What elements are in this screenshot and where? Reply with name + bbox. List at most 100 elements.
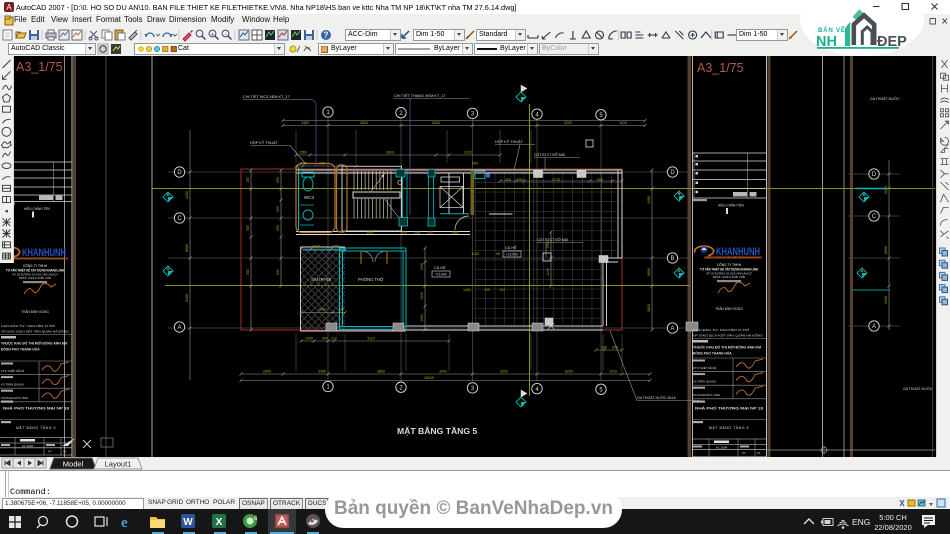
svg-text:2200: 2200 xyxy=(884,186,888,194)
svg-text:3800: 3800 xyxy=(647,304,651,312)
svg-text:B: B xyxy=(678,191,681,196)
svg-text:15: 15 xyxy=(63,450,67,454)
svg-text:A: A xyxy=(177,325,181,331)
svg-text:950: 950 xyxy=(401,230,407,234)
svg-text:3600: 3600 xyxy=(360,121,368,125)
svg-text:1140: 1140 xyxy=(471,252,479,256)
svg-text:3600: 3600 xyxy=(377,370,385,374)
svg-text:+15.400: +15.400 xyxy=(435,273,447,277)
svg-text:8200: 8200 xyxy=(565,370,573,374)
svg-text:HỘP KỸ THUẬT: HỘP KỸ THUẬT xyxy=(250,140,279,145)
svg-text:8000: 8000 xyxy=(185,244,189,252)
svg-text:ĐÔNG PHỐ THANH HÓA: ĐÔNG PHỐ THANH HÓA xyxy=(1,347,40,352)
svg-text:1340: 1340 xyxy=(420,292,424,300)
svg-text:HỘP KỸ THUẬT: HỘP KỸ THUẬT xyxy=(495,139,524,144)
svg-text:600: 600 xyxy=(276,269,280,275)
svg-text:200: 200 xyxy=(517,178,523,182)
svg-text:2900: 2900 xyxy=(263,370,271,374)
svg-text:1160: 1160 xyxy=(414,230,421,234)
svg-text:A: A xyxy=(872,324,876,330)
svg-text:GA THOÁT NƯỚC MƯA: GA THOÁT NƯỚC MƯA xyxy=(637,395,676,400)
svg-text:1340: 1340 xyxy=(305,337,313,341)
svg-text:W: W xyxy=(183,517,193,528)
svg-text:3450: 3450 xyxy=(318,370,326,374)
svg-text:600: 600 xyxy=(276,177,280,183)
svg-text:1980: 1980 xyxy=(451,230,458,234)
svg-text:18000: 18000 xyxy=(424,376,434,380)
svg-text:3600: 3600 xyxy=(386,151,394,155)
svg-text:95: 95 xyxy=(496,252,500,256)
svg-text:A: A xyxy=(861,268,864,273)
svg-text:KTS.THIẾT KẾ KÊ: KTS.THIẾT KẾ KÊ xyxy=(693,365,716,370)
svg-text:1200: 1200 xyxy=(420,263,424,271)
svg-text:CHỦ ĐẦU TƯ: NGUYỄN VỊ TRÍ: CHỦ ĐẦU TƯ: NGUYỄN VỊ TRÍ xyxy=(1,323,55,328)
svg-text:CÔNG TY TNHH: CÔNG TY TNHH xyxy=(717,262,742,267)
svg-text:KS.TRẦN QUANG: KS.TRẦN QUANG xyxy=(693,380,716,384)
svg-text:6: 6 xyxy=(254,516,258,522)
svg-text:MẶT BẰNG TẦNG 5: MẶT BẰNG TẦNG 5 xyxy=(16,425,56,430)
svg-text:1560: 1560 xyxy=(299,151,307,155)
svg-text:22/08/2020: 22/08/2020 xyxy=(874,523,912,532)
svg-text:500: 500 xyxy=(333,245,339,249)
svg-text:3400: 3400 xyxy=(439,370,447,374)
svg-text:CỐT BTCT ĐỠ MÁI: CỐT BTCT ĐỠ MÁI xyxy=(537,237,568,242)
svg-text:VP GIAO DỊCH KĐT VĂN QUÁN HÀ Đ: VP GIAO DỊCH KĐT VĂN QUÁN HÀ ĐÔNG xyxy=(693,333,763,338)
svg-text:A1 2004: A1 2004 xyxy=(716,446,728,450)
svg-text:600: 600 xyxy=(276,225,280,231)
svg-text:WC3: WC3 xyxy=(304,195,314,200)
svg-text:A1 2004: A1 2004 xyxy=(22,444,34,448)
svg-text:3110: 3110 xyxy=(367,337,375,341)
svg-text:1460: 1460 xyxy=(463,288,471,292)
svg-text:230: 230 xyxy=(601,346,607,350)
svg-text:CỐT BTCT ĐỠ MÁI: CỐT BTCT ĐỠ MÁI xyxy=(534,152,565,157)
svg-text:NHÀ PHỐ THƯƠNG MẠI NP 18: NHÀ PHỐ THƯƠNG MẠI NP 18 xyxy=(695,406,764,411)
svg-text:e: e xyxy=(121,515,128,531)
svg-text:Model: Model xyxy=(63,460,84,469)
svg-text:1140: 1140 xyxy=(299,162,307,166)
svg-text:3300: 3300 xyxy=(500,370,508,374)
svg-text:MẶT BẰNG TẦNG 5: MẶT BẰNG TẦNG 5 xyxy=(709,425,749,430)
svg-text:C: C xyxy=(872,214,877,220)
svg-text:CHỦ ĐẦU TƯ: NGUYỄN VỊ TRÍ: CHỦ ĐẦU TƯ: NGUYỄN VỊ TRÍ xyxy=(693,327,749,332)
svg-text:+: + xyxy=(211,32,215,38)
svg-text:4460: 4460 xyxy=(301,121,309,125)
svg-text:ENG: ENG xyxy=(852,517,870,527)
svg-text:D: D xyxy=(177,170,182,176)
svg-text:BẢN VẼ: BẢN VẼ xyxy=(818,27,846,34)
svg-text:CÀ HÊ: CÀ HÊ xyxy=(505,245,517,250)
svg-text:B: B xyxy=(670,256,674,262)
svg-text:D: D xyxy=(670,170,675,176)
svg-text:HIỆU CHỈNH TÊN: HIỆU CHỈNH TÊN xyxy=(24,206,50,211)
svg-text:120: 120 xyxy=(484,288,490,292)
svg-text:+15.500: +15.500 xyxy=(506,253,518,257)
svg-text:A: A xyxy=(167,266,170,271)
svg-text:THUỘC KHU ĐÔ THỊ MỚI ĐÔNG ANH: THUỘC KHU ĐÔ THỊ MỚI ĐÔNG ANH KM xyxy=(693,345,761,350)
svg-text:900: 900 xyxy=(276,206,280,212)
svg-text:KS.PHẠM ĐỨC VINH: KS.PHẠM ĐỨC VINH xyxy=(693,392,720,397)
svg-text:KT: KT xyxy=(48,450,52,454)
svg-text:1220: 1220 xyxy=(464,151,472,155)
svg-text:1040: 1040 xyxy=(312,245,320,249)
svg-text:MST: 0312 645 728: MST: 0312 645 728 xyxy=(713,275,746,279)
svg-text:MẶT BẰNG TẦNG 5: MẶT BẰNG TẦNG 5 xyxy=(397,426,477,436)
svg-text:GA THOÁT NƯỚC: GA THOÁT NƯỚC xyxy=(903,386,933,391)
svg-text:A3_1/75: A3_1/75 xyxy=(16,60,63,74)
svg-text:?: ? xyxy=(324,31,329,40)
svg-text:A: A xyxy=(6,3,12,12)
svg-text:B: B xyxy=(863,192,866,197)
svg-text:KS.PHẠM ĐỨC VINH: KS.PHẠM ĐỨC VINH xyxy=(1,395,28,400)
svg-text:580: 580 xyxy=(246,225,250,231)
svg-text:A: A xyxy=(670,326,674,332)
svg-text:Layout1: Layout1 xyxy=(105,460,132,469)
svg-text:NHÀ PHỐ THƯƠNG MẠI NP 18: NHÀ PHỐ THƯƠNG MẠI NP 18 xyxy=(3,406,70,411)
svg-text:8000: 8000 xyxy=(884,246,888,254)
svg-text:3400: 3400 xyxy=(884,296,888,304)
svg-text:KT: KT xyxy=(742,451,746,455)
svg-text:200: 200 xyxy=(427,230,433,234)
svg-text:15: 15 xyxy=(757,451,761,455)
svg-text:1010: 1010 xyxy=(609,370,617,374)
svg-text:A: A xyxy=(3,261,9,263)
svg-text:210: 210 xyxy=(331,337,337,341)
svg-text:X: X xyxy=(216,517,223,528)
svg-text:3400: 3400 xyxy=(432,121,440,125)
